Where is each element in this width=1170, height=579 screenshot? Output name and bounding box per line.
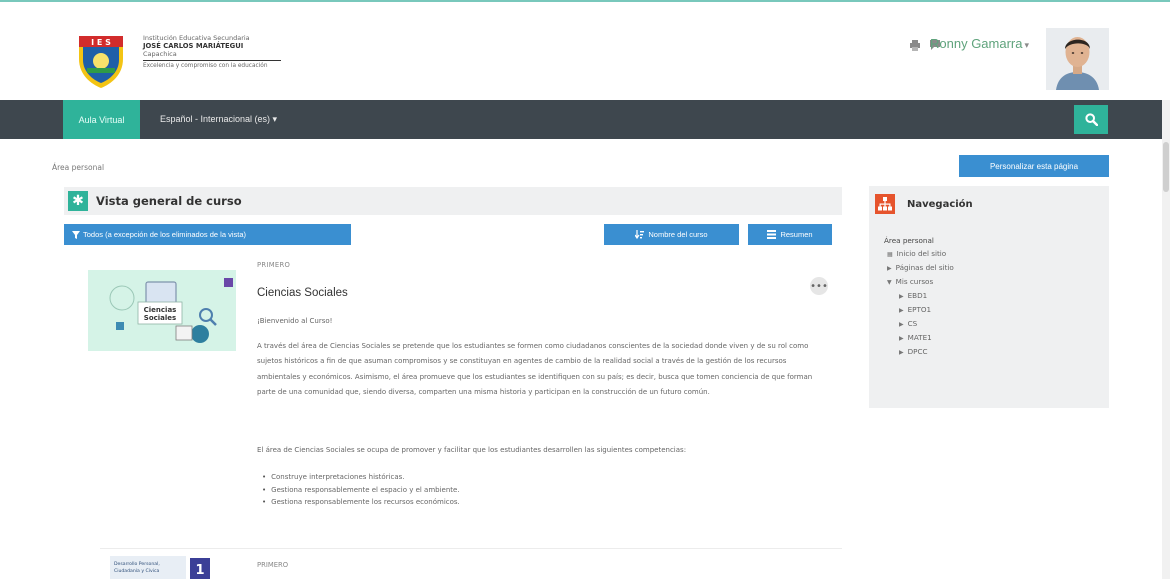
page-header: I E S Institución Educativa Secundaria J… (0, 2, 1170, 100)
list-item: Construye interpretaciones históricas. (262, 471, 460, 484)
personal-development-banner: Desarrollo Personal, Ciudadanía y Cívica… (110, 556, 222, 579)
view-mode-button[interactable]: Resumen (748, 224, 832, 245)
course-name-link[interactable]: Ciencias Sociales (257, 287, 348, 299)
nav-course-item[interactable]: ▶ MATE1 (884, 331, 954, 345)
top-navbar: Aula Virtual Español - Internacional (es… (0, 100, 1170, 139)
filter-courses-button[interactable]: Todos (a excepción de los eliminados de … (64, 224, 351, 245)
nav-item-label: Páginas del sitio (895, 263, 954, 272)
filter-courses-label: Todos (a excepción de los eliminados de … (83, 230, 247, 239)
course-category: PRIMERO (257, 561, 289, 569)
course-welcome: ¡Bienvenido al Curso! (257, 317, 333, 325)
course-category: PRIMERO (257, 261, 291, 269)
course-actions-button[interactable]: ••• (810, 277, 828, 295)
avatar[interactable] (1046, 28, 1109, 90)
navigation-title: Navegación (907, 199, 973, 210)
institution-line-1: Institución Educativa Secundaria (143, 34, 250, 42)
institution-line-3: Capachica (143, 50, 177, 58)
asterisk-icon: ✱ (68, 191, 88, 211)
list-item: Gestiona responsablemente los recursos e… (262, 496, 460, 509)
sitemap-icon (875, 194, 895, 214)
collapse-icon: ▼ (887, 279, 892, 286)
course-image[interactable]: Ciencias Sociales (88, 270, 236, 351)
course-image[interactable]: Desarrollo Personal, Ciudadanía y Cívica… (110, 556, 222, 579)
nav-item-root[interactable]: Área personal (884, 234, 954, 247)
svg-text:Ciudadanía y Cívica: Ciudadanía y Cívica (114, 567, 160, 574)
nav-item-label: MATE1 (907, 333, 932, 342)
nav-item-site-pages[interactable]: ▶ Páginas del sitio (884, 261, 954, 275)
nav-item-label: Mis cursos (895, 277, 934, 286)
nav-course-item[interactable]: ▶ DPCC (884, 345, 954, 359)
institution-motto: Excelencia y compromiso con la educación (143, 60, 281, 70)
svg-text:1: 1 (195, 563, 204, 578)
sort-by-name-button[interactable]: Nombre del curso (604, 224, 739, 245)
nav-item-my-courses[interactable]: ▼ Mis cursos (884, 275, 954, 289)
nav-item-label: Inicio del sitio (896, 249, 947, 258)
svg-text:Sociales: Sociales (144, 314, 176, 322)
user-menu[interactable]: Ronny Gamarra ▾ (930, 36, 1029, 51)
institution-line-2: JOSÉ CARLOS MARIÁTEGUI (143, 42, 244, 50)
nav-course-item[interactable]: ▶ EBD1 (884, 289, 954, 303)
user-menu-caret[interactable]: ▾ (1024, 40, 1029, 50)
filter-icon (72, 230, 80, 239)
user-name[interactable]: Ronny Gamarra (930, 36, 1022, 51)
customize-page-button[interactable]: Personalizar esta página (959, 155, 1109, 177)
view-mode-label: Resumen (780, 230, 813, 239)
logo-text: I E S (91, 38, 111, 47)
expand-icon: ▶ (887, 265, 892, 272)
search-button[interactable] (1074, 105, 1108, 134)
expand-icon: ▶ (899, 335, 904, 342)
course-description: A través del área de Ciencias Sociales s… (257, 342, 813, 397)
scrollbar-thumb[interactable] (1163, 142, 1169, 192)
nav-item-home[interactable]: ▦ Inicio del sitio (884, 247, 954, 261)
course-competencies: Construye interpretaciones históricas. G… (262, 471, 460, 509)
expand-icon: ▶ (899, 293, 904, 300)
sort-by-name-label: Nombre del curso (648, 230, 708, 239)
search-icon (1084, 113, 1098, 126)
course-divider (100, 548, 842, 549)
nav-course-item[interactable]: ▶ EPTO1 (884, 303, 954, 317)
breadcrumb[interactable]: Área personal (52, 163, 104, 172)
school-logo[interactable]: I E S (75, 33, 127, 89)
navigation-tree: Área personal ▦ Inicio del sitio ▶ Páginas… (884, 234, 954, 359)
list-item: Gestiona responsablemente el espacio y e… (262, 484, 460, 497)
home-icon: ▦ (887, 251, 893, 258)
print-icon[interactable] (910, 39, 920, 51)
expand-icon: ▶ (899, 349, 904, 356)
nav-brand-link[interactable]: Aula Virtual (63, 100, 140, 139)
nav-course-item[interactable]: ▶ CS (884, 317, 954, 331)
course-overview-header: ✱ Vista general de curso (64, 187, 842, 215)
expand-icon: ▶ (899, 321, 904, 328)
more-icon: ••• (810, 280, 828, 292)
svg-text:Desarrollo Personal,: Desarrollo Personal, (114, 561, 160, 567)
navigation-block: Navegación Área personal ▦ Inicio del sit… (869, 186, 1109, 408)
expand-icon: ▶ (899, 307, 904, 314)
social-sciences-illustration: Ciencias Sociales (88, 270, 236, 351)
nav-item-label: EPTO1 (907, 305, 932, 314)
list-view-icon (767, 230, 777, 239)
nav-item-label: CS (907, 319, 918, 328)
nav-item-label: EBD1 (907, 291, 928, 300)
svg-text:Ciencias: Ciencias (144, 306, 177, 314)
language-menu[interactable]: Español - Internacional (es) ▾ (160, 100, 277, 139)
course-competencies-intro: El área de Ciencias Sociales se ocupa de… (257, 446, 687, 454)
nav-item-label: DPCC (907, 347, 928, 356)
course-overview-title: Vista general de curso (96, 194, 242, 208)
sort-icon (635, 230, 645, 239)
institution-name: Institución Educativa Secundaria JOSÉ CA… (143, 34, 293, 70)
